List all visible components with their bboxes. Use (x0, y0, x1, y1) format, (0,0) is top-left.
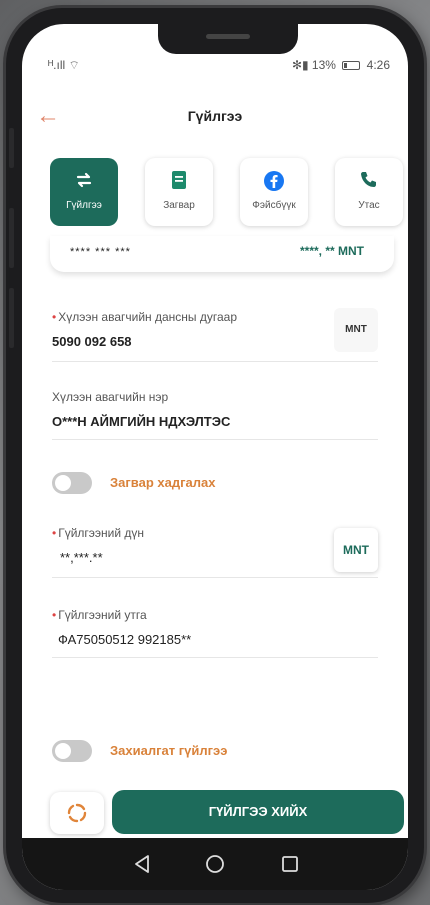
battery-percent: ✻▮ 13% (291, 58, 336, 72)
source-account-card[interactable]: **** *** *** ****, ** MNT (50, 236, 394, 272)
description-field[interactable]: • Гүйлгээний утга ФА75050512 992185** (52, 608, 378, 658)
phone-volume-button (9, 208, 14, 268)
receiver-name-field: Хүлээн авагчийн нэр О***Н АЙМГИЙН НДХЭЛТ… (52, 390, 378, 440)
header: ← Гүйлгээ (22, 100, 408, 136)
tab-transfer[interactable]: Гүйлгээ (50, 158, 118, 226)
description-label: • Гүйлгээний утга (52, 608, 147, 622)
scheduled-transfer-toggle[interactable] (52, 740, 92, 762)
system-nav-bar (22, 838, 408, 890)
receiver-account-label: • Хүлээн авагчийн дансны дугаар (52, 310, 238, 324)
description-input[interactable]: ФА75050512 992185** (58, 632, 378, 647)
recents-nav-icon[interactable] (278, 852, 302, 876)
refresh-icon (67, 803, 87, 823)
tab-phone[interactable]: Утас (335, 158, 403, 226)
save-template-toggle[interactable] (52, 472, 92, 494)
transfer-type-tabs: Гүйлгээ Загвар Фэйсбүүк Утас (50, 158, 408, 228)
clock: 4:26 (366, 58, 390, 72)
amount-label: • Гүйлгээний дүн (52, 526, 145, 540)
save-template-label: Загвар хадгалах (110, 475, 216, 490)
action-bar: ГҮЙЛГЭЭ ХИЙХ (50, 790, 408, 834)
signal-wifi-icons: ᴴ.ıll ⌔ (48, 58, 80, 72)
page-title: Гүйлгээ (187, 108, 243, 124)
notch (158, 24, 298, 54)
currency-selector[interactable]: MNT (334, 528, 378, 572)
receiver-name-label: Хүлээн авагчийн нэр (52, 390, 169, 404)
account-number: **** *** *** (70, 246, 131, 258)
scheduled-transfer-row: Захиалгат гүйлгээ (52, 740, 302, 762)
amount-input[interactable]: **,***.** (60, 550, 378, 565)
phone-frame: ᴴ.ıll ⌔ ✻▮ 13% 4:26 ← Гүйлгээ Гүйлгээ За… (6, 8, 424, 903)
status-right: ✻▮ 13% 4:26 (292, 58, 390, 72)
tab-label: Утас (358, 200, 380, 211)
currency-tag: MNT (334, 308, 378, 352)
tab-label: Загвар (163, 200, 195, 211)
amount-field[interactable]: • Гүйлгээний дүн **,***.** MNT (52, 526, 378, 578)
status-bar: ᴴ.ıll ⌔ ✻▮ 13% 4:26 (40, 58, 390, 74)
receiver-name-value: О***Н АЙМГИЙН НДХЭЛТЭС (52, 414, 231, 429)
app-screen: ᴴ.ıll ⌔ ✻▮ 13% 4:26 ← Гүйлгээ Гүйлгээ За… (22, 24, 408, 890)
save-template-row: Загвар хадгалах (52, 472, 302, 494)
make-transfer-button[interactable]: ГҮЙЛГЭЭ ХИЙХ (112, 790, 404, 834)
scheduled-transfer-label: Захиалгат гүйлгээ (110, 743, 228, 758)
receiver-account-input[interactable]: 5090 092 658 (52, 334, 378, 349)
facebook-icon (240, 170, 308, 194)
account-balance: ****, ** MNT (299, 244, 364, 258)
arrows-swap-icon (50, 170, 118, 194)
phone-side-button (9, 128, 14, 168)
phone-volume-button (9, 288, 14, 348)
tab-facebook[interactable]: Фэйсбүүк (240, 158, 308, 226)
refresh-button[interactable] (50, 792, 104, 834)
receiver-account-field[interactable]: • Хүлээн авагчийн дансны дугаар 5090 092 … (52, 308, 378, 362)
battery-icon (342, 61, 361, 71)
tab-template[interactable]: Загвар (145, 158, 213, 226)
template-book-icon (145, 170, 213, 194)
phone-icon (335, 170, 403, 194)
tab-label: Фэйсбүүк (252, 200, 296, 211)
back-nav-icon[interactable] (130, 852, 154, 876)
tab-label: Гүйлгээ (66, 200, 102, 211)
home-nav-icon[interactable] (203, 852, 227, 876)
